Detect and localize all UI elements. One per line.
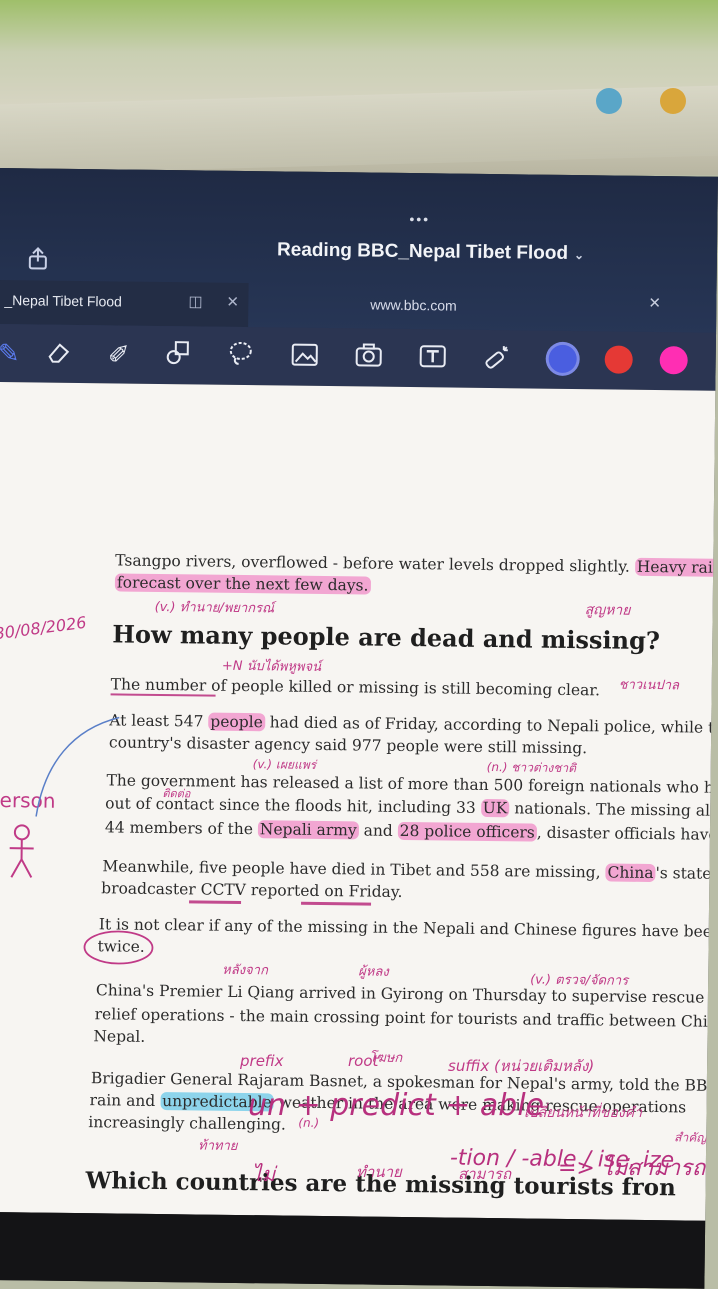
laser-icon[interactable] [479, 342, 513, 376]
handwritten-note: ทำนาย [356, 1163, 402, 1181]
pen-underline [110, 693, 216, 697]
image-icon[interactable] [288, 340, 322, 374]
pen-underline [189, 900, 242, 904]
lasso-icon[interactable] [224, 339, 258, 373]
handwritten-note: suffix (หน่วยเติมหลัง) [448, 1057, 595, 1075]
article-paragraph: forecast over the next few days. [114, 571, 371, 596]
handwritten-note: +N นับได้พหูพจน์ [221, 658, 322, 675]
highlight: China [605, 863, 656, 883]
multitask-dots[interactable]: ••• [409, 211, 430, 227]
toy-figure [596, 88, 622, 114]
article-paragraph: broadcaster CCTV reported on Friday. [101, 879, 403, 901]
handwritten-note: ไม่ [252, 1162, 276, 1186]
tab-active[interactable]: _Nepal Tibet Flood ◫ ✕ [0, 279, 249, 328]
eraser-icon[interactable] [42, 337, 76, 371]
article-paragraph: country's disaster agency said 977 peopl… [108, 733, 588, 758]
article-paragraph: Nepal. [93, 1027, 146, 1046]
toy-figure [660, 88, 686, 114]
app-header: ••• Reading BBC_Nepal Tibet Flood ⌄ _Nepa… [0, 168, 718, 337]
close-tab-icon[interactable]: ✕ [226, 293, 239, 311]
highlight: Heavy rain is [634, 557, 716, 578]
handwritten-note: ท้าทาย [197, 1138, 238, 1154]
tab-url-label[interactable]: www.bbc.com [370, 297, 457, 314]
article-paragraph: The number of people killed or missing i… [110, 675, 601, 700]
document-title[interactable]: Reading BBC_Nepal Tibet Flood ⌄ [277, 239, 584, 265]
handwritten-note: ชาวเนปาล [618, 677, 680, 694]
split-view-icon[interactable]: ◫ [188, 292, 202, 310]
handwritten-date: 30/08/2026 [0, 612, 88, 644]
handwritten-note: ผู้หลง [358, 964, 389, 980]
background-photo [0, 0, 718, 175]
pen-circle [83, 930, 154, 965]
handwritten-note: สูญหาย [584, 602, 631, 619]
color-swatch-blue[interactable] [548, 344, 577, 374]
handwritten-note: prefix [240, 1052, 284, 1070]
color-swatch-pink[interactable] [659, 346, 688, 375]
tab-label: _Nepal Tibet Flood [4, 292, 123, 310]
handwritten-note: เปลี่ยนหน้าที่ของคำ [524, 1105, 642, 1121]
pen-icon[interactable]: ✎ [0, 336, 26, 370]
highlight: 28 police officers [397, 821, 537, 842]
handwritten-note: สามารถ [458, 1165, 512, 1183]
close-tab-icon[interactable]: ✕ [648, 294, 661, 312]
handwritten-note: หลังจาก [222, 962, 268, 979]
shapes-icon[interactable] [162, 338, 196, 372]
handwritten-note: (v.) ทำนาย/พยากรณ์ [154, 599, 275, 617]
handwritten-note: => ไม่สามารถ [558, 1156, 706, 1181]
article-paragraph: relief operations - the main crossing po… [94, 1005, 716, 1032]
highlight: UK [480, 798, 510, 818]
highlight: forecast over the next few days. [114, 573, 371, 595]
highlight: Nepali army [257, 820, 359, 840]
chevron-down-icon[interactable]: ⌄ [574, 248, 584, 262]
handwritten-equation: un + predict + able [248, 1088, 545, 1123]
highlight: people [208, 712, 265, 732]
section-heading: How many people are dead and missing? [112, 619, 661, 656]
share-icon[interactable] [27, 246, 49, 270]
handwritten-note: root [348, 1052, 379, 1070]
text-icon[interactable] [416, 341, 450, 375]
pen-underline [301, 901, 372, 906]
stick-figure-drawing [9, 824, 34, 878]
handwritten-note: สำคัญ [674, 1130, 707, 1145]
article-paragraph: 44 members of the Nepali army and 28 pol… [104, 818, 716, 844]
screen-bezel [0, 1211, 706, 1289]
annotation-toolbar: ✎ ✐ [0, 323, 717, 391]
camera-icon[interactable] [352, 340, 386, 374]
highlighter-icon[interactable]: ✐ [102, 337, 136, 371]
article-paragraph: It is not clear if any of the missing in… [98, 915, 716, 942]
color-swatch-red[interactable] [604, 345, 633, 374]
